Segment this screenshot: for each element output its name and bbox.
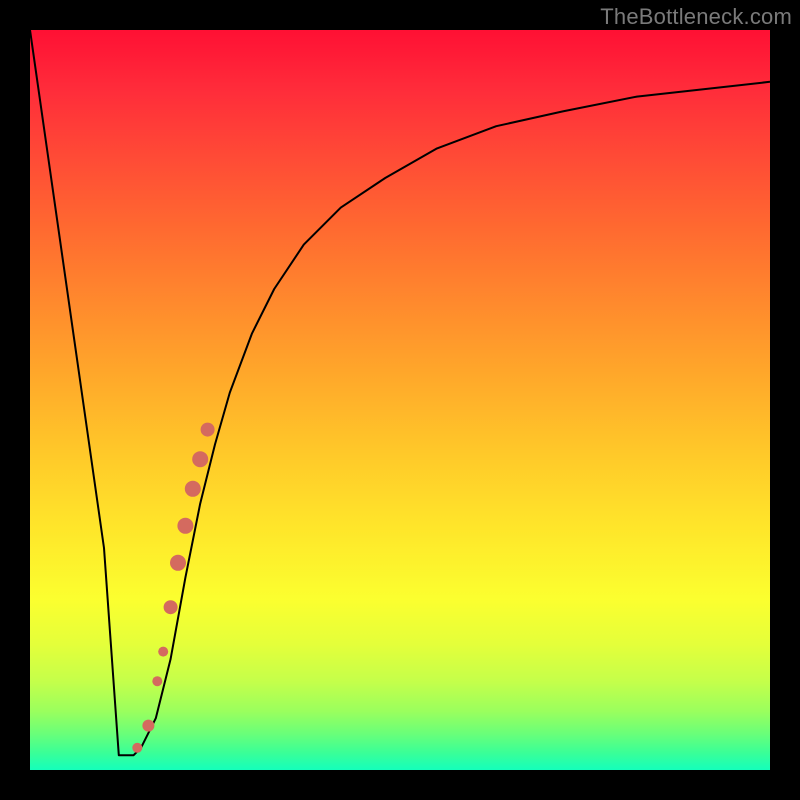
marker-dot [177,518,193,534]
series-bottleneck-curve [30,30,770,755]
marker-layer [132,423,214,753]
marker-dot [192,451,208,467]
marker-dot [170,555,186,571]
marker-dot [201,423,215,437]
chart-svg [30,30,770,770]
curve-layer [30,30,770,755]
marker-dot [152,676,162,686]
marker-dot [142,720,154,732]
chart-frame: TheBottleneck.com [0,0,800,800]
plot-area [30,30,770,770]
marker-dot [185,481,201,497]
marker-dot [158,647,168,657]
watermark-text: TheBottleneck.com [600,4,792,30]
marker-dot [164,600,178,614]
marker-dot [132,743,142,753]
